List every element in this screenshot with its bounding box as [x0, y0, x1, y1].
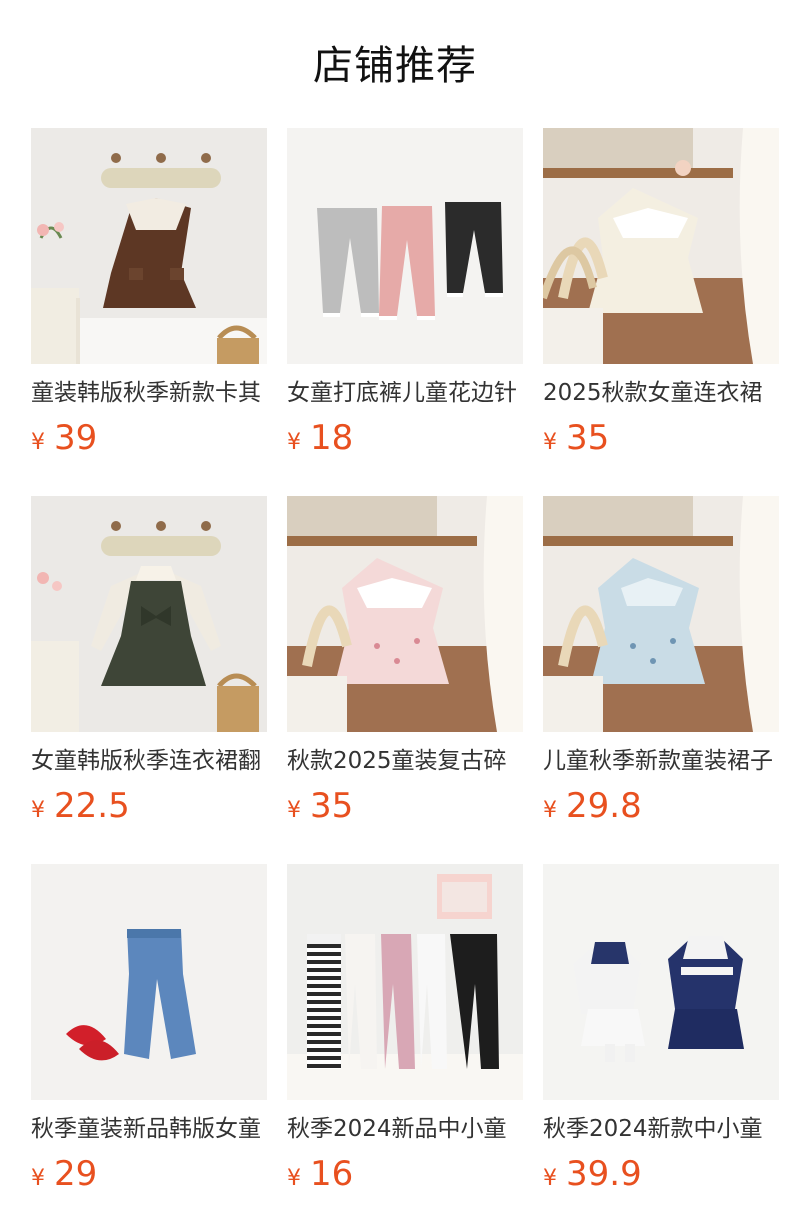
price-row: ¥ 16: [287, 1153, 353, 1195]
denim-flare-jeans-icon: [31, 864, 267, 1100]
currency-symbol: ¥: [31, 1166, 45, 1191]
page-title: 店铺推荐: [313, 43, 477, 89]
product-card[interactable]: 秋款2025童装复古碎 ¥ 35: [287, 496, 523, 864]
product-title[interactable]: 秋季童装新品韩版女童: [31, 1112, 267, 1146]
product-title[interactable]: 女童打底裤儿童花边针: [287, 376, 523, 410]
price-row: ¥ 39.9: [543, 1153, 642, 1195]
navy-sailor-set-icon: [543, 864, 779, 1100]
currency-symbol: ¥: [287, 430, 301, 455]
pink-floral-dress-icon: [287, 496, 523, 732]
product-title[interactable]: 秋季2024新款中小童: [543, 1112, 778, 1146]
currency-symbol: ¥: [287, 798, 301, 823]
product-price: 22.5: [54, 786, 130, 826]
product-card[interactable]: 女童打底裤儿童花边针 ¥ 18: [287, 128, 523, 496]
currency-symbol: ¥: [543, 1166, 557, 1191]
product-price: 39: [54, 418, 98, 458]
product-title[interactable]: 儿童秋季新款童装裙子: [543, 744, 778, 778]
product-title[interactable]: 秋季2024新品中小童: [287, 1112, 523, 1146]
price-row: ¥ 18: [287, 417, 353, 459]
striped-leggings-set-icon: [287, 864, 523, 1100]
product-card[interactable]: 2025秋款女童连衣裙 ¥ 35: [543, 128, 779, 496]
product-card[interactable]: 秋季2024新款中小童 ¥ 39.9: [543, 864, 779, 1232]
currency-symbol: ¥: [287, 1166, 301, 1191]
cream-striped-dress-image[interactable]: [543, 128, 779, 364]
price-row: ¥ 35: [287, 785, 353, 827]
product-price: 35: [310, 786, 354, 826]
price-row: ¥ 22.5: [31, 785, 130, 827]
product-price: 35: [566, 418, 610, 458]
green-bow-dress-icon: [31, 496, 267, 732]
product-price: 29.8: [566, 786, 642, 826]
price-row: ¥ 35: [543, 417, 609, 459]
price-row: ¥ 39: [31, 417, 97, 459]
product-price: 29: [54, 1154, 98, 1194]
cream-striped-dress-icon: [543, 128, 779, 364]
denim-flare-jeans-image[interactable]: [31, 864, 267, 1100]
currency-symbol: ¥: [31, 430, 45, 455]
striped-leggings-set-image[interactable]: [287, 864, 523, 1100]
product-title[interactable]: 秋款2025童装复古碎: [287, 744, 523, 778]
product-card[interactable]: 秋季2024新品中小童 ¥ 16: [287, 864, 523, 1232]
product-price: 39.9: [566, 1154, 642, 1194]
price-row: ¥ 29: [31, 1153, 97, 1195]
currency-symbol: ¥: [543, 798, 557, 823]
three-leggings-image[interactable]: [287, 128, 523, 364]
product-price: 16: [310, 1154, 354, 1194]
pink-floral-dress-image[interactable]: [287, 496, 523, 732]
brown-dress-on-hook-icon: [31, 128, 267, 364]
three-leggings-icon: [287, 128, 523, 364]
product-price: 18: [310, 418, 354, 458]
currency-symbol: ¥: [31, 798, 45, 823]
product-title[interactable]: 童装韩版秋季新款卡其: [31, 376, 267, 410]
brown-dress-on-hook-image[interactable]: [31, 128, 267, 364]
product-card[interactable]: 童装韩版秋季新款卡其 ¥ 39: [31, 128, 267, 496]
price-row: ¥ 29.8: [543, 785, 642, 827]
product-title[interactable]: 2025秋款女童连衣裙: [543, 376, 778, 410]
product-card[interactable]: 女童韩版秋季连衣裙翻 ¥ 22.5: [31, 496, 267, 864]
navy-sailor-set-image[interactable]: [543, 864, 779, 1100]
product-grid: 童装韩版秋季新款卡其 ¥ 39 女童打底裤儿童花边针 ¥ 18 2025秋款女童…: [31, 128, 790, 1232]
blue-floral-dress-image[interactable]: [543, 496, 779, 732]
product-title[interactable]: 女童韩版秋季连衣裙翻: [31, 744, 267, 778]
currency-symbol: ¥: [543, 430, 557, 455]
blue-floral-dress-icon: [543, 496, 779, 732]
product-card[interactable]: 儿童秋季新款童装裙子 ¥ 29.8: [543, 496, 779, 864]
product-card[interactable]: 秋季童装新品韩版女童 ¥ 29: [31, 864, 267, 1232]
green-bow-dress-image[interactable]: [31, 496, 267, 732]
